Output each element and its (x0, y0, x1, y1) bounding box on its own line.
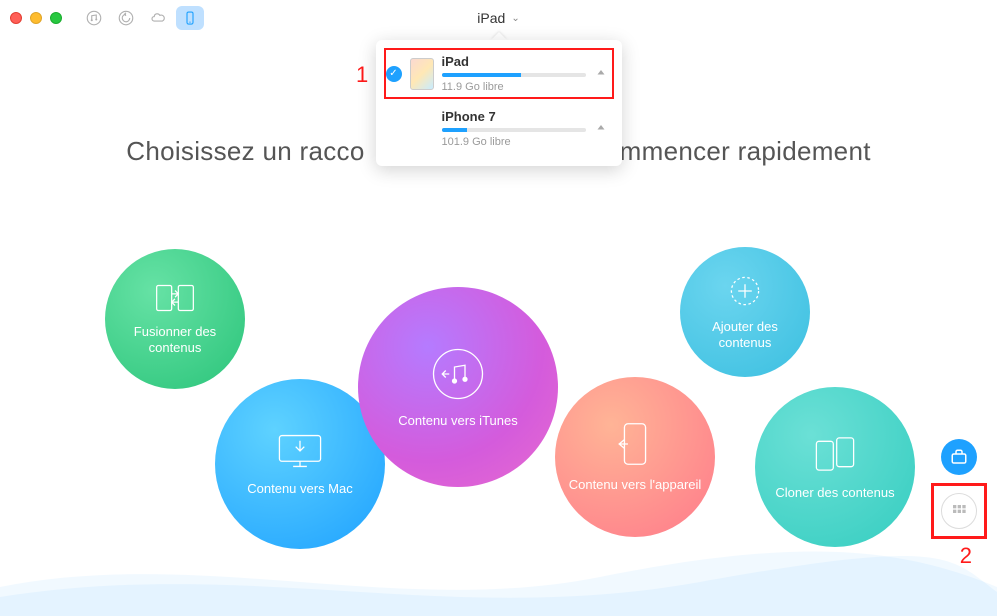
annotation-1: 1 (356, 62, 368, 88)
device-option-ipad[interactable]: ✓ iPad 11.9 Go libre (376, 46, 622, 101)
eject-icon[interactable] (594, 68, 608, 80)
device-option-iphone7[interactable]: ✓ iPhone 7 101.9 Go libre (376, 101, 622, 156)
annotation-2-box (931, 483, 987, 539)
monitor-download-icon (276, 432, 324, 473)
device-dropdown: ✓ iPad 11.9 Go libre ✓ iPhone 7 101.9 Go… (376, 40, 622, 166)
device-selector[interactable]: iPad ⌄ (477, 10, 519, 26)
minimize-window-button[interactable] (30, 12, 42, 24)
storage-bar (442, 128, 586, 132)
shortcut-label: Fusionner des contenus (105, 324, 245, 355)
icloud-source-icon[interactable] (144, 6, 172, 30)
add-content-shortcut[interactable]: Ajouter des contenus (680, 247, 810, 377)
to-device-shortcut[interactable]: Contenu vers l'appareil (555, 377, 715, 537)
chevron-down-icon: ⌄ (511, 13, 519, 24)
itunes-source-icon[interactable] (80, 6, 108, 30)
dropdown-pointer (491, 32, 507, 40)
storage-free-label: 11.9 Go libre (442, 81, 586, 93)
device-info: iPad 11.9 Go libre (442, 54, 586, 93)
clone-content-shortcut[interactable]: Cloner des contenus (755, 387, 915, 547)
selected-check-icon: ✓ (386, 66, 402, 82)
merge-content-shortcut[interactable]: Fusionner des contenus (105, 249, 245, 389)
shortcut-label: Ajouter des contenus (680, 319, 810, 350)
to-itunes-shortcut[interactable]: Contenu vers iTunes (358, 287, 558, 487)
zoom-window-button[interactable] (50, 12, 62, 24)
decorative-wave (0, 537, 997, 616)
storage-free-label: 101.9 Go libre (442, 136, 586, 148)
toolbox-button[interactable] (941, 439, 977, 475)
titlebar: iPad ⌄ (0, 0, 997, 36)
device-selector-label: iPad (477, 10, 505, 26)
device-source-icon[interactable] (176, 6, 204, 30)
shortcut-label: Contenu vers iTunes (388, 413, 527, 429)
heading-right: mmencer rapidement (620, 136, 871, 166)
source-toolbar (80, 6, 204, 30)
eject-icon[interactable] (594, 123, 608, 135)
clone-icon (813, 434, 857, 477)
heading-left: Choisissez un racco (126, 136, 364, 166)
device-transfer-icon (617, 422, 653, 469)
window-controls (10, 12, 62, 24)
device-thumbnail (410, 58, 434, 90)
device-name: iPad (442, 54, 586, 69)
device-name: iPhone 7 (442, 109, 586, 124)
shortcut-label: Cloner des contenus (765, 485, 904, 501)
shortcut-label: Contenu vers Mac (237, 481, 363, 497)
storage-bar (442, 73, 586, 77)
shortcut-label: Contenu vers l'appareil (559, 477, 712, 493)
shortcuts-canvas: Fusionner des contenus Contenu vers Mac … (0, 167, 997, 616)
backup-source-icon[interactable] (112, 6, 140, 30)
device-info: iPhone 7 101.9 Go libre (442, 109, 586, 148)
itunes-transfer-icon (430, 346, 486, 405)
merge-icon (155, 283, 195, 316)
close-window-button[interactable] (10, 12, 22, 24)
add-icon (728, 274, 762, 311)
